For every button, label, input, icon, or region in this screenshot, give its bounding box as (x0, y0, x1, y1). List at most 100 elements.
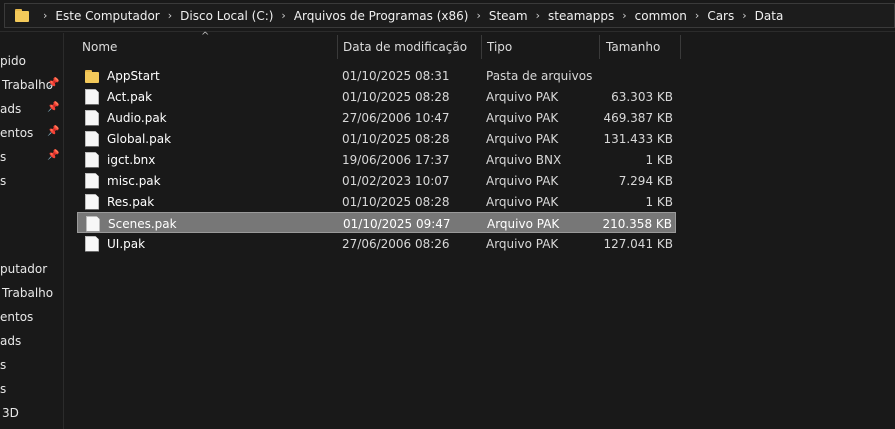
sidebar-item[interactable]: s (0, 379, 63, 399)
file-type: Arquivo PAK (487, 216, 560, 231)
file-row[interactable]: misc.pak 01/02/2023 10:07 Arquivo PAK 7.… (77, 170, 676, 191)
file-size: 1 KB (645, 152, 673, 167)
sidebar-item[interactable]: entos 📌 (0, 123, 63, 143)
column-divider[interactable] (599, 35, 600, 59)
column-header-type[interactable]: Tipo (487, 33, 599, 60)
column-divider[interactable] (481, 35, 482, 59)
file-name: igct.bnx (107, 152, 156, 167)
file-icon (85, 88, 99, 105)
file-name: UI.pak (107, 236, 146, 251)
file-row[interactable]: igct.bnx 19/06/2006 17:37 Arquivo BNX 1 … (77, 149, 676, 170)
file-icon (85, 130, 99, 147)
sidebar-item[interactable]: Trabalho 📌 (0, 75, 63, 95)
chevron-right-icon[interactable]: › (43, 9, 47, 22)
sidebar-item[interactable]: s (0, 355, 63, 375)
file-row-selected[interactable]: Scenes.pak 01/10/2025 09:47 Arquivo PAK … (77, 212, 676, 233)
file-name: Scenes.pak (108, 216, 177, 231)
breadcrumb-item[interactable]: › Steam (468, 9, 527, 23)
file-size: 210.358 KB (602, 216, 672, 231)
file-type: Arquivo BNX (486, 152, 562, 167)
file-date: 01/02/2023 10:07 (342, 173, 450, 188)
file-name: Audio.pak (107, 110, 167, 125)
file-size: 7.294 KB (618, 173, 673, 188)
file-type: Arquivo PAK (486, 89, 559, 104)
file-size: 131.433 KB (603, 131, 673, 146)
sidebar-item[interactable]: entos (0, 307, 63, 327)
chevron-right-icon[interactable]: › (622, 9, 626, 22)
column-headers: ^ Nome Data de modificação Tipo Tamanho (65, 31, 895, 60)
file-type: Arquivo PAK (486, 236, 559, 251)
breadcrumb-item[interactable]: › Cars (687, 9, 734, 23)
pin-icon[interactable]: 📌 (47, 150, 59, 161)
sidebar-item[interactable]: ads 📌 (0, 99, 63, 119)
chevron-right-icon[interactable]: › (168, 9, 172, 22)
sidebar-item[interactable]: ads (0, 331, 63, 351)
file-icon (85, 172, 99, 189)
breadcrumb-item[interactable]: › Arquivos de Programas (x86) (273, 9, 468, 23)
navigation-pane[interactable]: pido Trabalho 📌 ads 📌 entos 📌 s 📌 s putador … (0, 33, 64, 429)
file-size: 127.041 KB (603, 236, 673, 251)
column-header-date[interactable]: Data de modificação (343, 33, 481, 60)
file-name: AppStart (107, 68, 160, 83)
folder-icon (15, 8, 29, 23)
chevron-right-icon[interactable]: › (742, 9, 746, 22)
address-bar[interactable]: › Este Computador › Disco Local (C:) › Arqu… (0, 0, 895, 32)
breadcrumb-item[interactable]: › steamapps (528, 9, 615, 23)
sidebar-item[interactable]: Trabalho (0, 283, 63, 303)
file-date: 01/10/2025 08:28 (342, 131, 450, 146)
file-row[interactable]: Audio.pak 27/06/2006 10:47 Arquivo PAK 4… (77, 107, 676, 128)
file-name: Global.pak (107, 131, 172, 146)
column-header-name[interactable]: Nome (82, 33, 337, 60)
chevron-right-icon[interactable]: › (281, 9, 285, 22)
file-date: 27/06/2006 10:47 (342, 110, 450, 125)
file-type: Arquivo PAK (486, 131, 559, 146)
file-list-view[interactable]: ^ Nome Data de modificação Tipo Tamanho … (65, 31, 895, 429)
pin-icon[interactable]: 📌 (47, 78, 59, 89)
file-row[interactable]: AppStart 01/10/2025 08:31 Pasta de arqui… (77, 65, 676, 86)
sidebar-item[interactable]: s 📌 (0, 147, 63, 167)
file-row[interactable]: UI.pak 27/06/2006 08:26 Arquivo PAK 127.… (77, 233, 676, 254)
sidebar-item[interactable]: putador (0, 259, 63, 279)
file-date: 01/10/2025 08:28 (342, 89, 450, 104)
file-row[interactable]: Act.pak 01/10/2025 08:28 Arquivo PAK 63.… (77, 86, 676, 107)
file-name: Res.pak (107, 194, 155, 209)
breadcrumb-item[interactable]: › Este Computador (35, 9, 160, 23)
file-name: misc.pak (107, 173, 161, 188)
file-icon (85, 193, 99, 210)
pin-icon[interactable]: 📌 (47, 102, 59, 113)
column-divider[interactable] (680, 35, 681, 59)
file-icon (85, 109, 99, 126)
file-type: Pasta de arquivos (486, 68, 593, 83)
file-row[interactable]: Res.pak 01/10/2025 08:28 Arquivo PAK 1 K… (77, 191, 676, 212)
file-date: 27/06/2006 08:26 (342, 236, 450, 251)
file-icon (85, 235, 99, 252)
breadcrumb-item[interactable]: › Disco Local (C:) (160, 9, 274, 23)
file-row[interactable]: Global.pak 01/10/2025 08:28 Arquivo PAK … (77, 128, 676, 149)
file-date: 01/10/2025 08:31 (342, 68, 450, 83)
file-size: 63.303 KB (611, 89, 673, 104)
sidebar-item[interactable]: 3D (0, 403, 63, 423)
column-header-size[interactable]: Tamanho (606, 33, 680, 60)
folder-icon (85, 68, 99, 84)
file-name: Act.pak (107, 89, 153, 104)
pin-icon[interactable]: 📌 (47, 126, 59, 137)
sidebar-item[interactable]: s (0, 171, 63, 191)
file-icon (85, 151, 99, 168)
file-type: Arquivo PAK (486, 110, 559, 125)
chevron-right-icon[interactable]: › (695, 9, 699, 22)
breadcrumb-item[interactable]: › common (614, 9, 687, 23)
file-size: 1 KB (645, 194, 673, 209)
chevron-right-icon[interactable]: › (476, 9, 480, 22)
sidebar-item[interactable]: pido (0, 51, 63, 71)
file-date: 19/06/2006 17:37 (342, 152, 450, 167)
breadcrumb-item[interactable]: › Data (734, 9, 783, 23)
file-size: 469.387 KB (603, 110, 673, 125)
file-date: 01/10/2025 08:28 (342, 194, 450, 209)
file-date: 01/10/2025 09:47 (343, 216, 451, 231)
file-type: Arquivo PAK (486, 173, 559, 188)
chevron-right-icon[interactable]: › (536, 9, 540, 22)
file-icon (86, 215, 100, 232)
column-divider[interactable] (337, 35, 338, 59)
breadcrumb[interactable]: › Este Computador › Disco Local (C:) › Arqu… (4, 3, 895, 28)
file-type: Arquivo PAK (486, 194, 559, 209)
